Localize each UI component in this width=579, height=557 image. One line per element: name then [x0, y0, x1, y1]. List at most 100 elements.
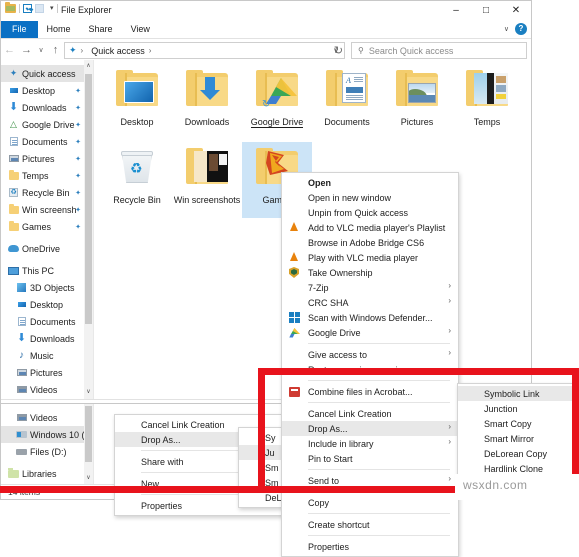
- menu-item-crc-sha[interactable]: CRC SHA ›: [282, 295, 458, 310]
- scroll-down-arrow-icon[interactable]: ∨: [85, 387, 92, 398]
- sidebar-item-videos[interactable]: Videos: [1, 381, 93, 398]
- sidebar-item-games[interactable]: Games ✦: [1, 218, 93, 235]
- pin-icon[interactable]: ✦: [75, 172, 81, 180]
- navigation-tree[interactable]: ✦ Quick access Desktop ✦ ⬇ Downloads ✦ △ Google …: [1, 60, 93, 399]
- menu-item-open[interactable]: Open: [282, 175, 458, 190]
- tab-view[interactable]: View: [122, 21, 159, 38]
- search-input[interactable]: ⚲ Search Quick access: [351, 42, 527, 59]
- menu-item-google-drive[interactable]: Google Drive ›: [282, 325, 458, 340]
- sidebar-item-recycle-bin[interactable]: Recycle Bin ✦: [1, 184, 93, 201]
- sidebar-item-music[interactable]: ♪ Music: [1, 347, 93, 364]
- file-item-google-drive[interactable]: ↻ Google Drive: [242, 64, 312, 140]
- forward-icon[interactable]: →: [18, 39, 35, 61]
- tab-file[interactable]: File: [1, 21, 38, 38]
- menu-item-properties[interactable]: Properties: [282, 539, 458, 554]
- recent-locations-icon[interactable]: ∨: [35, 39, 47, 61]
- navigation-tree-secondary[interactable]: Videos Windows 10 (C:) Files (D:) Libraries…: [1, 404, 93, 485]
- maximize-button[interactable]: □: [471, 1, 501, 20]
- sidebar-item-3d-objects[interactable]: 3D Objects: [1, 279, 93, 296]
- back-icon[interactable]: ←: [1, 39, 18, 61]
- pin-icon[interactable]: ✦: [75, 223, 81, 231]
- title-bar[interactable]: quick-access-caret-icon ▾ File Explorer …: [1, 1, 531, 21]
- menu-item-cancel-link-creation[interactable]: Cancel Link Creation: [282, 406, 458, 421]
- window-controls[interactable]: – □ ✕: [441, 1, 531, 20]
- address-bar[interactable]: ✦ › Quick access › ∨: [64, 42, 345, 59]
- sidebar-item-temps[interactable]: Temps ✦: [1, 167, 93, 184]
- pin-icon[interactable]: ✦: [75, 104, 81, 112]
- menu-item-browse-in-adobe-bridge-cs6[interactable]: Browse in Adobe Bridge CS6: [282, 235, 458, 250]
- file-item-documents[interactable]: A Documents: [312, 64, 382, 140]
- sidebar-item-videos[interactable]: Videos: [1, 409, 93, 426]
- context-menu-primary[interactable]: Open Open in new window Unpin from Quick a…: [281, 172, 459, 557]
- scrollbar-thumb[interactable]: [85, 406, 92, 462]
- chevron-down-icon[interactable]: ∨: [504, 25, 509, 33]
- ribbon-tab-bar[interactable]: File Home Share View ∨ ?: [1, 21, 531, 39]
- pin-icon[interactable]: ✦: [75, 121, 81, 129]
- menu-item-copy[interactable]: Copy: [282, 495, 458, 510]
- refresh-icon[interactable]: ↻: [330, 39, 347, 61]
- close-button[interactable]: ✕: [501, 1, 531, 20]
- sidebar-item-win-screensh[interactable]: Win screensh ✦: [1, 201, 93, 218]
- sidebar-item-desktop[interactable]: Desktop: [1, 296, 93, 313]
- menu-item-smart-mirror[interactable]: Smart Mirror: [458, 431, 578, 446]
- menu-item-include-in-library[interactable]: Include in library ›: [282, 436, 458, 451]
- sidebar-item-onedrive[interactable]: OneDrive: [1, 240, 93, 257]
- sidebar-item-pictures[interactable]: Pictures: [1, 364, 93, 381]
- pin-icon[interactable]: ✦: [75, 155, 81, 163]
- sidebar-item-desktop[interactable]: Desktop ✦: [1, 82, 93, 99]
- help-icon[interactable]: ?: [515, 23, 527, 35]
- sidebar-item-files-d[interactable]: Files (D:): [1, 443, 93, 460]
- sidebar-item-downloads[interactable]: ⬇ Downloads ✦: [1, 99, 93, 116]
- scroll-down-arrow-icon[interactable]: ∨: [85, 473, 92, 484]
- menu-item-delorean-copy[interactable]: DeLorean Copy: [458, 446, 578, 461]
- menu-item-7-zip[interactable]: 7-Zip ›: [282, 280, 458, 295]
- pin-icon[interactable]: ✦: [75, 206, 81, 214]
- sidebar-item-quick-access[interactable]: ✦ Quick access: [1, 65, 93, 82]
- sidebar-scrollbar[interactable]: ∧ ∨: [84, 60, 93, 399]
- file-item-downloads[interactable]: Downloads: [172, 64, 242, 140]
- menu-item-drop-as[interactable]: Drop As... ›: [282, 421, 458, 436]
- sidebar-item-google-drive[interactable]: △ Google Drive ✦: [1, 116, 93, 133]
- pin-icon[interactable]: ✦: [75, 138, 81, 146]
- menu-item-give-access-to[interactable]: Give access to ›: [282, 347, 458, 362]
- sidebar-item-pictures[interactable]: Pictures ✦: [1, 150, 93, 167]
- sidebar-scrollbar-secondary[interactable]: ∨: [84, 404, 93, 485]
- sidebar-item-libraries[interactable]: Libraries: [1, 465, 93, 482]
- pin-icon[interactable]: ✦: [75, 189, 81, 197]
- sidebar-item-windows-10-c[interactable]: Windows 10 (C:): [1, 426, 93, 443]
- menu-item-pin-to-start[interactable]: Pin to Start: [282, 451, 458, 466]
- blank-icon[interactable]: [35, 4, 44, 13]
- menu-item-smart-copy[interactable]: Smart Copy: [458, 416, 578, 431]
- navigation-bar[interactable]: ← → ∨ ↑ ✦ › Quick access › ∨ ↻ ⚲ Search …: [1, 39, 531, 61]
- menu-item-open-in-new-window[interactable]: Open in new window: [282, 190, 458, 205]
- scrollbar-thumb[interactable]: [85, 74, 92, 324]
- file-item-desktop[interactable]: Desktop: [102, 64, 172, 140]
- menu-item-restore-previous-versions[interactable]: Restore previous versions: [282, 362, 458, 377]
- menu-item-junction[interactable]: Junction: [458, 401, 578, 416]
- sidebar-item-documents[interactable]: Documents ✦: [1, 133, 93, 150]
- quick-access-toolbar[interactable]: quick-access-caret-icon ▾: [5, 2, 58, 13]
- menu-item-take-ownership[interactable]: Take Ownership: [282, 265, 458, 280]
- pin-icon[interactable]: ✦: [75, 87, 81, 95]
- menu-item-create-shortcut[interactable]: Create shortcut: [282, 517, 458, 532]
- menu-item-unpin-from-quick-access[interactable]: Unpin from Quick access: [282, 205, 458, 220]
- menu-item-combine-files-in-acrobat[interactable]: Combine files in Acrobat...: [282, 384, 458, 399]
- menu-item-play-with-vlc-media-player[interactable]: Play with VLC media player: [282, 250, 458, 265]
- navigation-pane-secondary[interactable]: Videos Windows 10 (C:) Files (D:) Libraries…: [1, 404, 94, 485]
- file-item-temps[interactable]: Temps: [452, 64, 522, 140]
- navigation-pane[interactable]: ✦ Quick access Desktop ✦ ⬇ Downloads ✦ △ Google …: [1, 60, 94, 399]
- properties-icon[interactable]: [23, 4, 32, 13]
- tab-share[interactable]: Share: [80, 21, 122, 38]
- file-item-win-screenshots[interactable]: Win screenshots: [172, 142, 242, 218]
- ribbon-tabs[interactable]: File Home Share View: [1, 21, 531, 38]
- sidebar-item-downloads[interactable]: ⬇ Downloads: [1, 330, 93, 347]
- scroll-up-arrow-icon[interactable]: ∧: [85, 61, 92, 72]
- minimize-button[interactable]: –: [441, 1, 471, 20]
- sidebar-item-this-pc[interactable]: This PC: [1, 262, 93, 279]
- menu-item-scan-with-windows-defender[interactable]: Scan with Windows Defender...: [282, 310, 458, 325]
- file-item-pictures[interactable]: Pictures: [382, 64, 452, 140]
- ribbon-right-controls[interactable]: ∨ ?: [504, 23, 527, 35]
- tab-home[interactable]: Home: [38, 21, 80, 38]
- up-icon[interactable]: ↑: [47, 39, 64, 61]
- sidebar-item-documents[interactable]: Documents: [1, 313, 93, 330]
